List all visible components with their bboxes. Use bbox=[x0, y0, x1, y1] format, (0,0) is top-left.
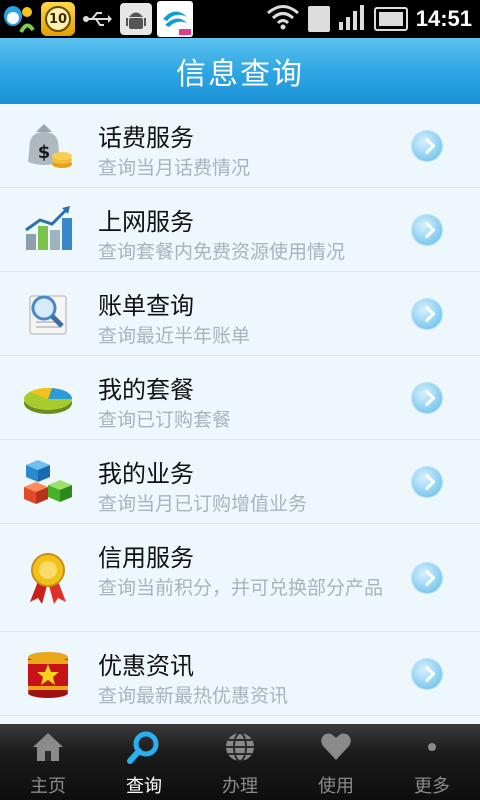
service-list: $ 话费服务 查询当月话费情况 上网服务 查询套餐内免费资源使用情况 账单查询 … bbox=[0, 104, 480, 724]
usb-icon bbox=[78, 0, 116, 38]
tab-label: 主页 bbox=[30, 776, 66, 797]
list-item-title: 我的业务 bbox=[98, 460, 194, 488]
list-item-title: 上网服务 bbox=[98, 208, 194, 236]
title-bar: 信息查询 bbox=[0, 38, 480, 104]
award-ribbon-icon bbox=[22, 552, 74, 604]
list-item-title: 话费服务 bbox=[98, 124, 194, 152]
star-drum-icon bbox=[22, 648, 74, 700]
list-item-fee-service[interactable]: $ 话费服务 查询当月话费情况 bbox=[0, 104, 480, 188]
list-item-subtitle: 查询已订购套餐 bbox=[98, 409, 232, 431]
chevron-right-icon bbox=[412, 658, 442, 689]
tab-label: 办理 bbox=[222, 776, 258, 797]
bar-chart-icon bbox=[22, 204, 74, 256]
home-icon bbox=[31, 730, 65, 764]
list-item-my-package[interactable]: 我的套餐 查询已订购套餐 bbox=[0, 356, 480, 440]
sim-card-icon bbox=[307, 6, 330, 32]
chevron-right-icon bbox=[412, 382, 442, 413]
notification-count-icon: 10 bbox=[39, 0, 77, 38]
chevron-right-icon bbox=[412, 466, 442, 497]
list-item-subtitle: 查询当月已订购增值业务 bbox=[98, 493, 308, 515]
bottom-tab-bar: 主页 查询 办理 使用 更多 bbox=[0, 724, 480, 800]
battery-charging-icon bbox=[373, 7, 408, 31]
chevron-right-icon bbox=[412, 298, 442, 329]
tab-handle[interactable]: 办理 bbox=[192, 724, 288, 800]
cubes-icon bbox=[22, 456, 74, 508]
list-item-internet-service[interactable]: 上网服务 查询套餐内免费资源使用情况 bbox=[0, 188, 480, 272]
tab-more[interactable]: 更多 bbox=[384, 724, 480, 800]
signal-strength-icon bbox=[338, 4, 366, 34]
list-item-promotions[interactable]: 优惠资讯 查询最新最热优惠资讯 bbox=[0, 632, 480, 716]
list-item-subtitle: 查询当月话费情况 bbox=[98, 157, 251, 179]
list-item-bill-query[interactable]: 账单查询 查询最近半年账单 bbox=[0, 272, 480, 356]
clock: 14:51 bbox=[415, 6, 472, 31]
list-item-title: 信用服务 bbox=[98, 544, 194, 572]
page-title: 信息查询 bbox=[176, 57, 304, 92]
qq-notification-icon bbox=[0, 0, 38, 38]
notification-count: 10 bbox=[45, 6, 71, 32]
magnifier-document-icon bbox=[22, 288, 74, 340]
status-bar: 10 14:51 bbox=[0, 0, 480, 38]
tab-label: 更多 bbox=[414, 776, 450, 797]
list-item-my-business[interactable]: 我的业务 查询当月已订购增值业务 bbox=[0, 440, 480, 524]
list-item-subtitle: 查询最新最热优惠资讯 bbox=[98, 685, 289, 707]
tab-search[interactable]: 查询 bbox=[96, 724, 192, 800]
svg-text:$: $ bbox=[38, 142, 51, 163]
globe-icon bbox=[223, 730, 257, 764]
list-item-credit-service[interactable]: 信用服务 查询当前积分，并可兑换部分产品 bbox=[0, 524, 480, 632]
list-item-subtitle: 查询套餐内免费资源使用情况 bbox=[98, 241, 346, 263]
list-item-title: 优惠资讯 bbox=[98, 652, 194, 680]
wifi-icon bbox=[266, 4, 300, 34]
chevron-right-icon bbox=[412, 214, 442, 245]
heart-icon bbox=[319, 730, 353, 764]
tab-home[interactable]: 主页 bbox=[0, 724, 96, 800]
list-item-title: 账单查询 bbox=[98, 292, 194, 320]
list-item-title: 我的套餐 bbox=[98, 376, 194, 404]
android-debug-icon bbox=[117, 0, 155, 38]
list-item-subtitle: 查询当前积分，并可兑换部分产品 bbox=[98, 577, 384, 599]
tab-label: 使用 bbox=[318, 776, 354, 797]
list-item-subtitle: 查询最近半年账单 bbox=[98, 325, 251, 347]
more-dots-icon bbox=[407, 730, 457, 764]
china-mobile-icon bbox=[156, 0, 194, 38]
tab-label: 查询 bbox=[126, 776, 162, 797]
chevron-right-icon bbox=[412, 562, 442, 593]
money-bag-icon: $ bbox=[22, 120, 74, 172]
search-icon bbox=[127, 730, 161, 764]
pie-chart-icon bbox=[22, 372, 74, 424]
chevron-right-icon bbox=[412, 130, 442, 161]
tab-use[interactable]: 使用 bbox=[288, 724, 384, 800]
